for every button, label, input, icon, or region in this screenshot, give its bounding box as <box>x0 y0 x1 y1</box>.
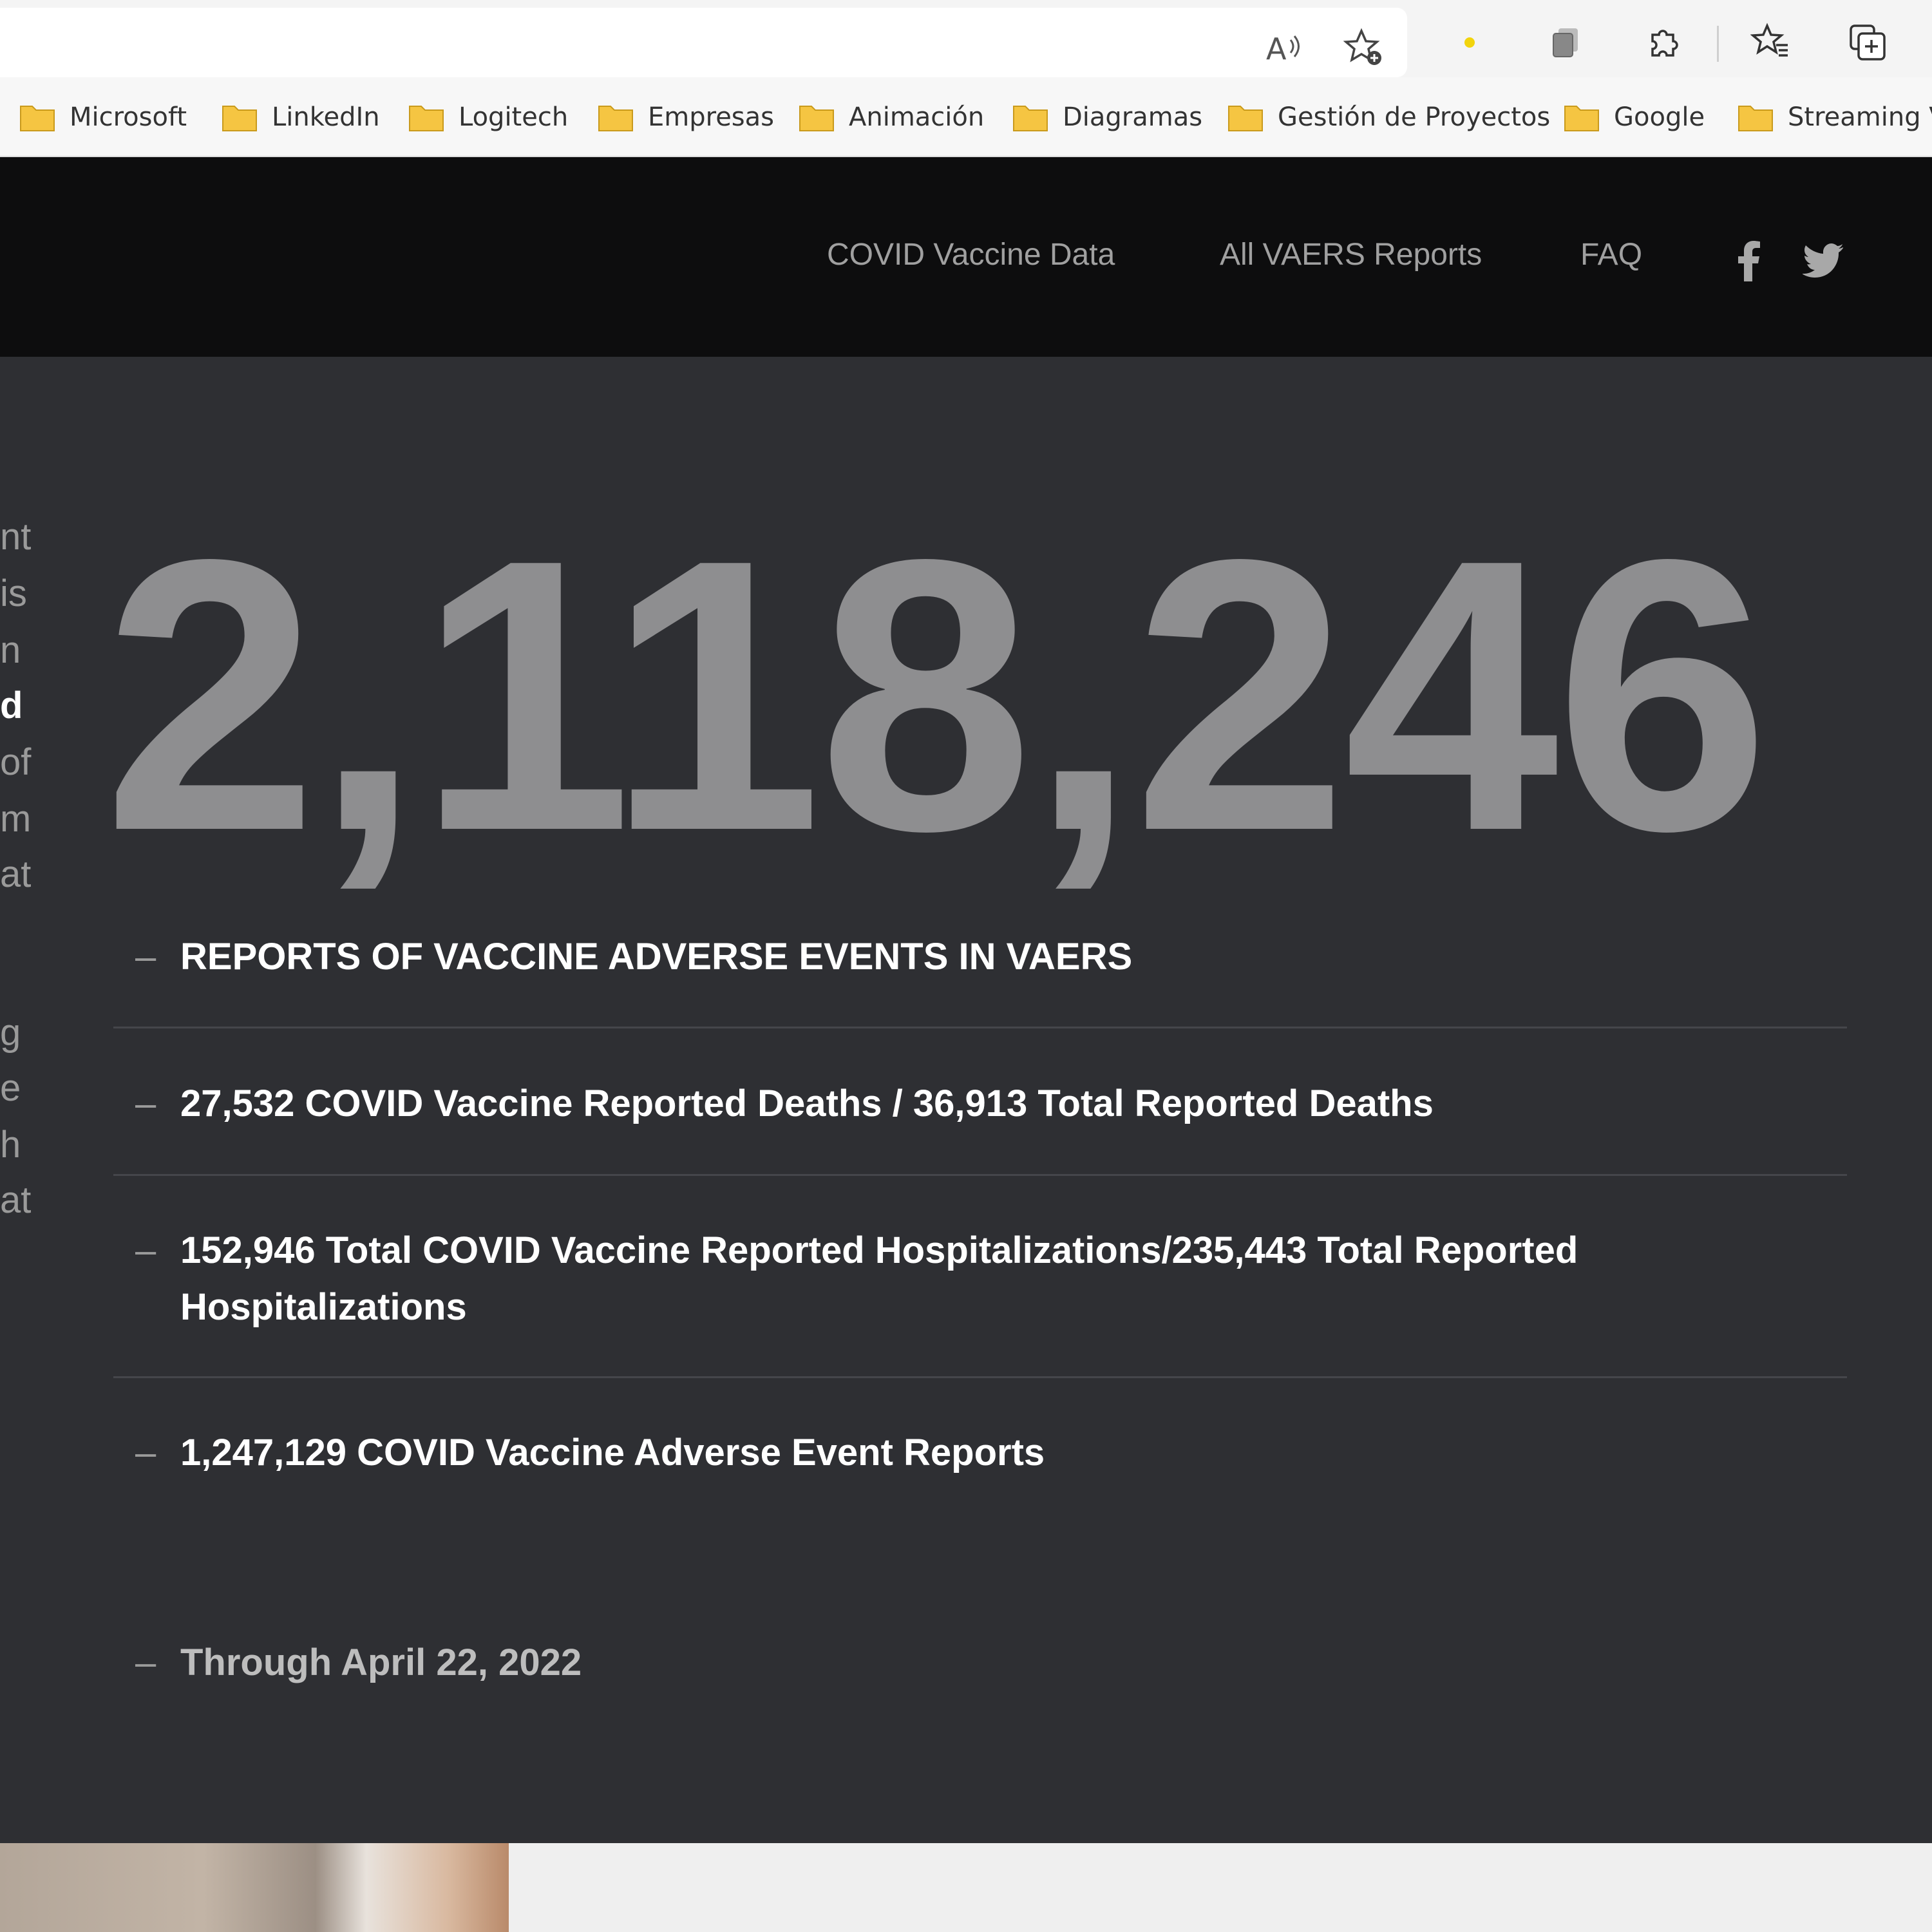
bookmark-label: Google <box>1614 102 1705 132</box>
bookmark-animacion[interactable]: Animación <box>799 99 984 135</box>
folder-icon <box>598 106 633 131</box>
bookmark-microsoft[interactable]: Microsoft <box>19 99 187 135</box>
side-text-fragment: nt <box>0 516 32 558</box>
side-text-fragment: is <box>0 573 27 614</box>
bookmark-label: Gestión de Proyectos <box>1278 102 1551 132</box>
twitter-icon[interactable] <box>1801 238 1846 283</box>
add-favorite-icon[interactable] <box>1343 27 1385 68</box>
side-text-fragment: at <box>0 853 32 895</box>
through-date: – Through April 22, 2022 <box>135 1634 1842 1691</box>
side-text-fragment: of <box>0 741 32 783</box>
side-text-fragment: at <box>0 1179 32 1221</box>
side-text-fragment: e <box>0 1067 21 1109</box>
dash: – <box>135 1432 156 1473</box>
svg-text:A: A <box>1266 32 1287 66</box>
folder-icon <box>222 106 257 131</box>
bookmark-label: Empresas <box>648 102 774 132</box>
toolbar-separator <box>1717 26 1719 62</box>
extensions-icon[interactable] <box>1641 19 1687 66</box>
side-text-fragment: d <box>0 685 23 726</box>
bookmark-label: Logitech <box>459 102 569 132</box>
dash: – <box>135 1083 156 1124</box>
bookmark-google[interactable]: Google <box>1564 99 1705 135</box>
side-text-fragment: n <box>0 629 21 671</box>
bookmarks-bar: Microsoft LinkedIn Logitech Empresas Ani… <box>0 77 1932 157</box>
divider <box>113 1174 1847 1176</box>
folder-icon <box>409 106 444 131</box>
through-date-text: Through April 22, 2022 <box>180 1642 582 1683</box>
folder-icon <box>799 106 834 131</box>
stat-hospitalizations: – 152,946 Total COVID Vaccine Reported H… <box>135 1222 1842 1336</box>
stat-deaths: – 27,532 COVID Vaccine Reported Deaths /… <box>135 1075 1842 1132</box>
side-text-fragment: h <box>0 1124 21 1166</box>
total-reports-number: 2,118,246 <box>103 480 1770 911</box>
folder-icon <box>1738 106 1773 131</box>
dash: – <box>135 1229 156 1271</box>
bookmark-streaming[interactable]: Streaming V <box>1738 99 1932 135</box>
nav-covid-vaccine-data[interactable]: COVID Vaccine Data <box>827 237 1115 272</box>
address-bar[interactable]: A <box>0 8 1407 77</box>
divider <box>113 1376 1847 1378</box>
stat-text: 152,946 Total COVID Vaccine Reported Hos… <box>180 1229 1578 1328</box>
stat-text: 27,532 COVID Vaccine Reported Deaths / 3… <box>180 1083 1434 1124</box>
status-dot-icon <box>1446 19 1493 66</box>
bookmark-gestion-de-proyectos[interactable]: Gestión de Proyectos <box>1227 99 1550 135</box>
bookmark-label: Diagramas <box>1063 102 1203 132</box>
stat-adverse-event-reports: – 1,247,129 COVID Vaccine Adverse Event … <box>135 1425 1842 1481</box>
stat-total-reports: – REPORTS OF VACCINE ADVERSE EVENTS IN V… <box>135 929 1842 985</box>
folder-icon <box>1564 106 1599 131</box>
side-text-fragment: m <box>0 798 32 840</box>
nav-faq[interactable]: FAQ <box>1580 237 1642 272</box>
stat-text: 1,247,129 COVID Vaccine Adverse Event Re… <box>180 1432 1045 1473</box>
collections-icon[interactable] <box>1543 19 1589 66</box>
read-aloud-icon[interactable]: A <box>1264 27 1305 68</box>
folder-icon <box>1228 106 1263 131</box>
side-text-fragment: g <box>0 1012 21 1054</box>
dash: – <box>135 1642 156 1683</box>
photo-image <box>0 1843 509 1932</box>
bookmark-label: LinkedIn <box>272 102 380 132</box>
add-tab-icon[interactable] <box>1844 19 1891 66</box>
bookmark-linkedin[interactable]: LinkedIn <box>222 99 380 135</box>
bookmark-empresas[interactable]: Empresas <box>598 99 774 135</box>
divider <box>113 1027 1847 1028</box>
facebook-icon[interactable] <box>1726 238 1771 283</box>
folder-icon <box>20 106 55 131</box>
bookmark-label: Microsoft <box>70 102 187 132</box>
dash: – <box>135 936 156 978</box>
stat-text: REPORTS OF VACCINE ADVERSE EVENTS IN VAE… <box>180 936 1133 978</box>
folder-icon <box>1013 106 1048 131</box>
browser-toolbar: A <box>0 0 1932 77</box>
favorites-icon[interactable] <box>1748 19 1794 66</box>
nav-all-vaers-reports[interactable]: All VAERS Reports <box>1220 237 1482 272</box>
bookmark-label: Animación <box>849 102 985 132</box>
bookmark-logitech[interactable]: Logitech <box>408 99 568 135</box>
bookmark-diagramas[interactable]: Diagramas <box>1012 99 1202 135</box>
bookmark-label: Streaming V <box>1788 102 1932 132</box>
